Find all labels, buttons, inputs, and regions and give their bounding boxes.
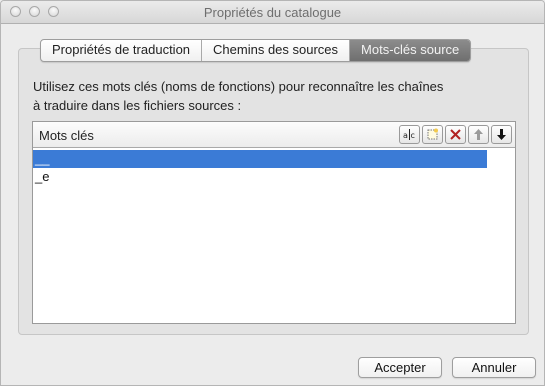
move-up-button[interactable] (468, 125, 489, 144)
delete-keyword-icon (450, 129, 461, 140)
cancel-button[interactable]: Annuler (452, 357, 536, 378)
keywords-header-label: Mots clés (39, 128, 94, 143)
move-down-icon (497, 129, 506, 140)
tab-bar: Propriétés de traduction Chemins des sou… (40, 39, 472, 62)
tab-source-paths[interactable]: Chemins des sources (202, 40, 351, 61)
keywords-list: Mots clés a c __ _e (32, 121, 516, 324)
new-keyword-icon (427, 128, 438, 140)
keywords-toolbar: a c (399, 125, 512, 144)
tab-translation-properties[interactable]: Propriétés de traduction (41, 40, 203, 61)
svg-text:a: a (403, 131, 408, 140)
new-keyword-button[interactable] (422, 125, 443, 144)
keywords-description: Utilisez ces mots clés (noms de fonction… (33, 77, 513, 115)
keyword-row[interactable]: _e (33, 168, 515, 186)
keyword-row[interactable]: __ (33, 150, 487, 168)
accept-button[interactable]: Accepter (358, 357, 442, 378)
edit-keyword-button[interactable]: a c (399, 125, 420, 144)
tab-source-keywords[interactable]: Mots-clés source (350, 40, 471, 61)
window-title: Propriétés du catalogue (203, 5, 342, 20)
move-up-icon (474, 129, 483, 140)
move-down-button[interactable] (491, 125, 512, 144)
keywords-list-header: Mots clés a c (33, 122, 515, 148)
svg-text:c: c (411, 131, 415, 140)
keywords-rows: __ _e (33, 150, 515, 186)
edit-keyword-icon: a c (403, 129, 415, 140)
title-bar: Propriétés du catalogue (1, 1, 544, 24)
description-line-2: à traduire dans les fichiers sources : (33, 98, 242, 113)
delete-keyword-button[interactable] (445, 125, 466, 144)
description-line-1: Utilisez ces mots clés (noms de fonction… (33, 79, 444, 94)
catalog-properties-window: Propriétés du catalogue Propriétés de tr… (0, 0, 545, 386)
